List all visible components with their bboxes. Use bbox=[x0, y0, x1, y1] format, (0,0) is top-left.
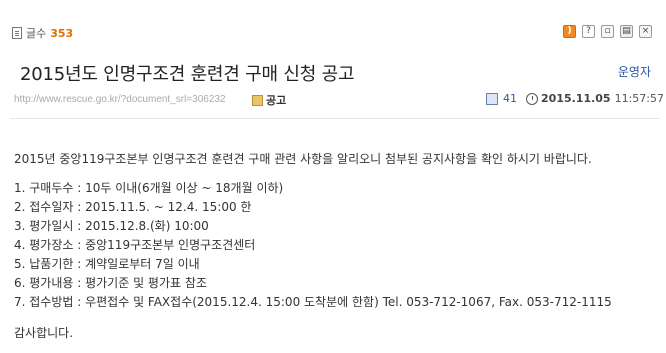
post-category[interactable]: 공고 bbox=[252, 92, 286, 108]
list-item: 3. 평가일시 : 2015.12.8.(화) 10:00 bbox=[14, 219, 209, 233]
folder-icon bbox=[252, 94, 263, 106]
list-item: 1. 구매두수 : 10두 이내(6개월 이상 ~ 18개월 이하) bbox=[14, 181, 284, 195]
rss-icon[interactable]: ) bbox=[563, 25, 576, 38]
post-meta: http://www.rescue.go.kr/?document_srl=30… bbox=[0, 92, 666, 112]
post-count-label: 글수 bbox=[26, 27, 47, 40]
list-item: 5. 납품기한 : 계약일로부터 7일 이내 bbox=[14, 257, 200, 271]
post-intro: 2015년 중앙119구조본부 인명구조견 훈련견 구매 관련 사항을 알리오니… bbox=[14, 152, 592, 166]
post-count: 글수 353 bbox=[12, 25, 73, 41]
post-item-list: 1. 구매두수 : 10두 이내(6개월 이상 ~ 18개월 이하) 2. 접수… bbox=[14, 179, 654, 312]
list-item: 4. 평가장소 : 중앙119구조본부 인명구조견센터 bbox=[14, 238, 256, 252]
post-views-count: 41 bbox=[503, 92, 517, 105]
board-tools: ) ? ▫ ▤ × bbox=[563, 25, 652, 38]
document-icon bbox=[12, 27, 22, 39]
post-views: 41 bbox=[486, 92, 517, 105]
print-icon[interactable]: ▤ bbox=[620, 25, 633, 38]
list-item: 7. 접수방법 : 우편접수 및 FAX접수(2015.12.4. 15:00 … bbox=[14, 295, 612, 309]
post-title: 2015년도 인명구조견 훈련견 구매 신청 공고 bbox=[20, 64, 355, 85]
board-toolbar: 글수 353 ) ? ▫ ▤ × bbox=[0, 0, 666, 40]
post-permalink[interactable]: http://www.rescue.go.kr/?document_srl=30… bbox=[14, 94, 226, 105]
post-body: 2015년 중앙119구조본부 인명구조견 훈련견 구매 관련 사항을 알리오니… bbox=[14, 150, 654, 343]
help-icon[interactable]: ? bbox=[582, 25, 595, 38]
list-item: 6. 평가내용 : 평가기준 및 평가표 참조 bbox=[14, 276, 207, 290]
post-count-value: 353 bbox=[50, 26, 74, 40]
post-date: 2015.11.05 11:57:57 bbox=[526, 92, 664, 105]
copy-icon[interactable]: ▫ bbox=[601, 25, 614, 38]
views-icon bbox=[486, 92, 498, 105]
post-author-link[interactable]: 운영자 bbox=[618, 63, 651, 80]
post-time-value: 11:57:57 bbox=[614, 92, 664, 105]
close-icon[interactable]: × bbox=[639, 25, 652, 38]
list-item: 2. 접수일자 : 2015.11.5. ~ 12.4. 15:00 한 bbox=[14, 200, 252, 214]
divider bbox=[10, 118, 660, 119]
post-date-value: 2015.11.05 bbox=[541, 92, 611, 105]
clock-icon bbox=[526, 92, 538, 105]
post-closing: 감사합니다. bbox=[14, 326, 74, 340]
post-category-label: 공고 bbox=[266, 94, 287, 107]
